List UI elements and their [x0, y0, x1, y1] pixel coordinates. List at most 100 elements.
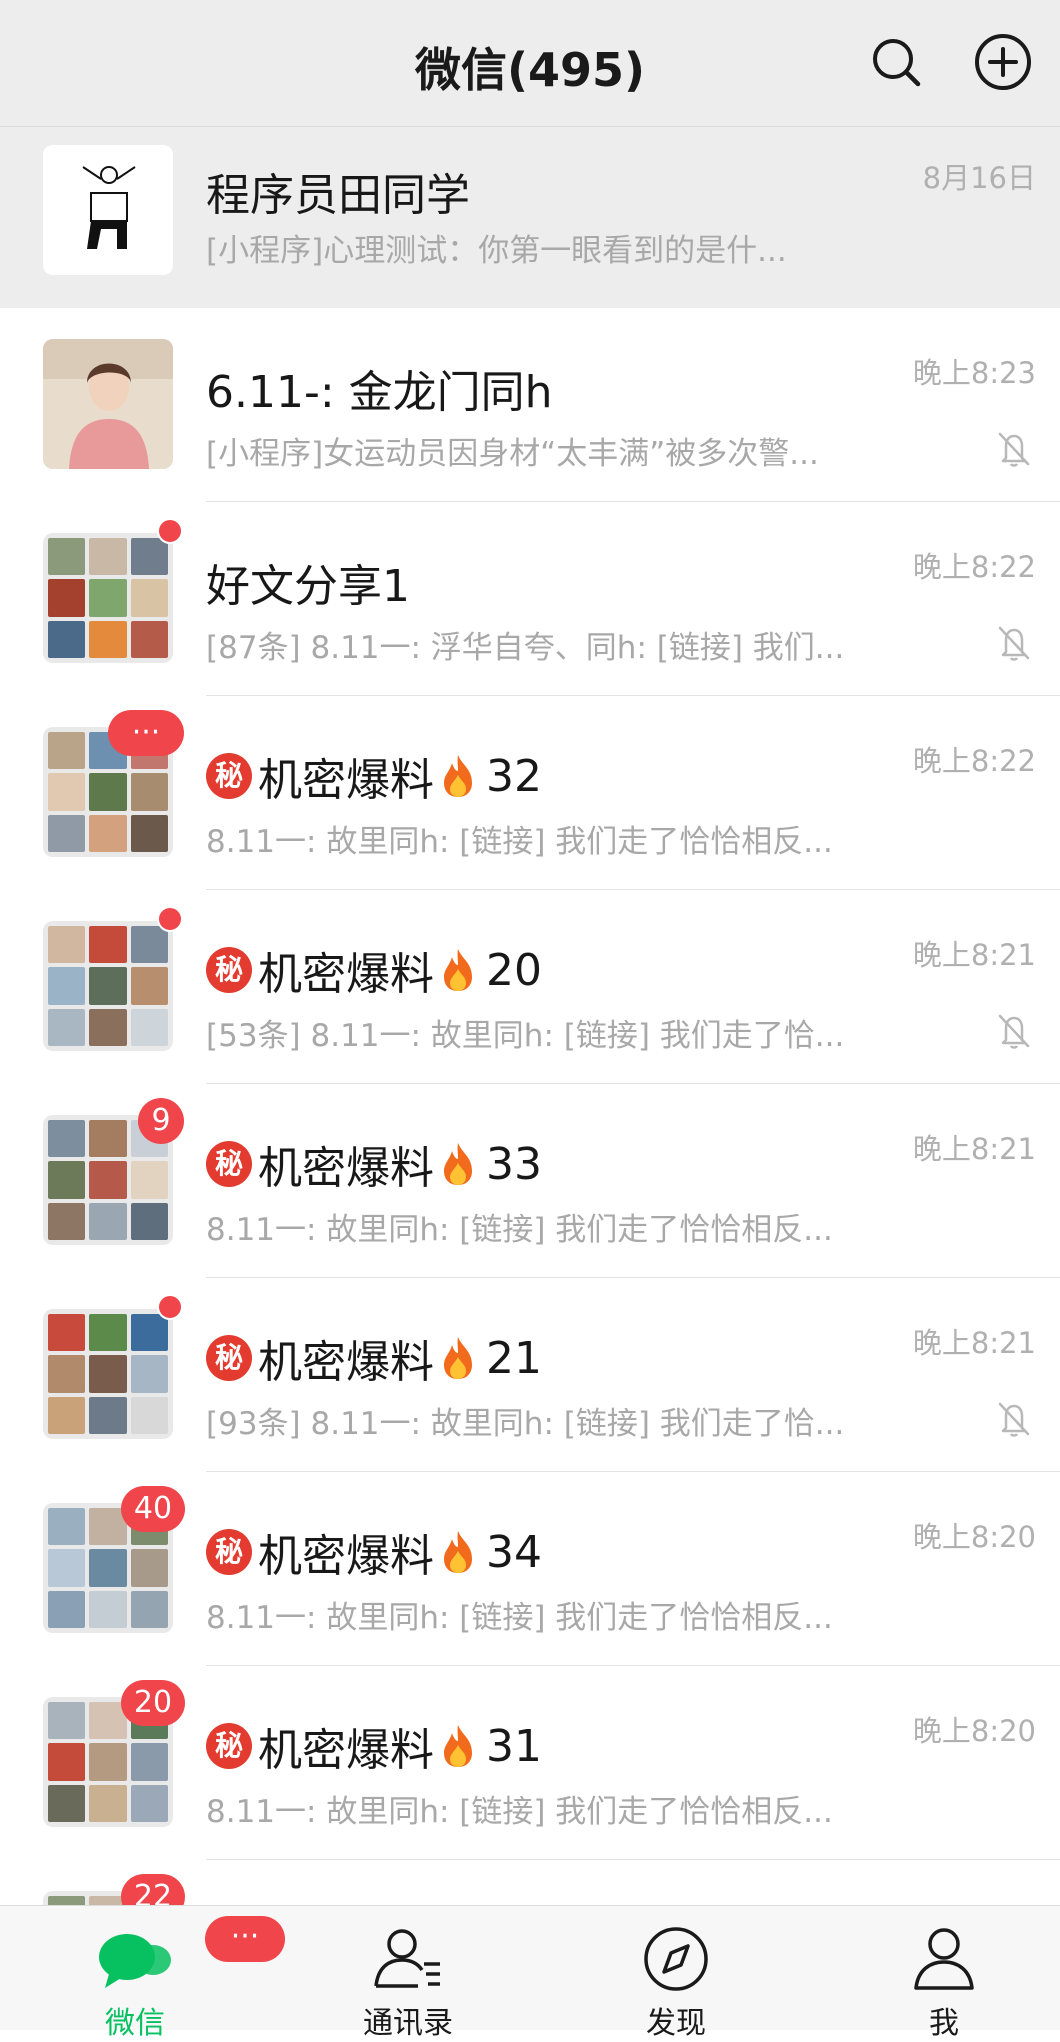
chat-title-text: 机密爆料 — [258, 1725, 434, 1776]
chat-title: 6.11-: 金龙门同h — [206, 356, 553, 420]
bottom-tab-bar: 微信 ··· 通讯录 发现 我 — [0, 1905, 1060, 2041]
chat-time: 晚上8:21 — [912, 1132, 1036, 1166]
avatar — [43, 145, 173, 275]
tab-chats-badge: ··· — [205, 1916, 285, 1962]
tab-chats[interactable]: 微信 ··· — [55, 1906, 285, 2041]
contacts-icon — [368, 1924, 448, 1994]
tab-contacts-label: 通讯录 — [363, 2006, 453, 2041]
compass-icon — [636, 1924, 716, 1994]
chat-preview: 8.11一: 故里同h: [链接] 我们走了恰恰相反... — [206, 1212, 833, 1248]
chat-title-text: 机密爆料 — [258, 1531, 434, 1582]
add-button[interactable] — [973, 32, 1033, 92]
unread-badge: 9 — [138, 1098, 184, 1144]
chat-title-number: 34 — [486, 1526, 542, 1578]
chat-item[interactable]: 秘机密爆料 20 [53条] 8.11一: 故里同h: [链接] 我们走了恰... 晚… — [0, 890, 1060, 1084]
chat-preview: [53条] 8.11一: 故里同h: [链接] 我们走了恰... — [206, 1018, 845, 1054]
chat-item[interactable]: 9 秘机密爆料 33 8.11一: 故里同h: [链接] 我们走了恰恰相反... 晚上8… — [0, 1084, 1060, 1278]
chat-title: 程序员田同学 — [206, 159, 470, 223]
tab-discover[interactable]: 发现 — [596, 1906, 756, 2041]
fire-icon — [438, 1141, 478, 1187]
secret-icon: 秘 — [206, 1335, 252, 1381]
secret-icon: 秘 — [206, 947, 252, 993]
chat-time: 晚上8:22 — [912, 744, 1036, 778]
unread-dot — [157, 1294, 183, 1320]
mute-bell-icon — [994, 428, 1034, 468]
secret-icon: 秘 — [206, 1141, 252, 1187]
chat-title: 秘机密爆料 21 — [206, 1326, 542, 1390]
unread-badge: ··· — [108, 710, 184, 756]
chat-title: 秘机密爆料 20 — [206, 938, 542, 1002]
unread-badge: 22 — [121, 1874, 185, 1905]
fire-icon — [438, 753, 478, 799]
avatar — [43, 339, 173, 469]
search-button[interactable] — [866, 32, 926, 92]
chat-item[interactable]: 40 秘机密爆料 34 8.11一: 故里同h: [链接] 我们走了恰恰相反... 晚上… — [0, 1472, 1060, 1666]
chat-preview: 8.11一: 故里同h: [链接] 我们走了恰恰相反... — [206, 824, 833, 860]
avatar — [43, 533, 173, 663]
fire-icon — [438, 1723, 478, 1769]
fire-icon — [438, 1335, 478, 1381]
chat-title-text: 好文分享1 — [206, 561, 410, 612]
chat-time: 晚上8:21 — [912, 1326, 1036, 1360]
chat-preview: [93条] 8.11一: 故里同h: [链接] 我们走了恰... — [206, 1406, 845, 1442]
chat-title-number: 31 — [486, 1720, 542, 1772]
chat-title-number: 20 — [486, 944, 542, 996]
mute-bell-icon — [994, 1398, 1034, 1438]
tab-contacts[interactable]: 通讯录 — [328, 1906, 488, 2041]
chat-title-number: 33 — [486, 1138, 542, 1190]
tab-discover-label: 发现 — [646, 2006, 706, 2041]
chat-title-text: 6.11-: 金龙门同h — [206, 367, 553, 418]
tab-me[interactable]: 我 — [864, 1906, 1024, 2041]
chat-title-text: 机密爆料 — [258, 1143, 434, 1194]
chat-title: 秘机密爆料 31 — [206, 1714, 542, 1778]
tab-chats-label: 微信 — [105, 2006, 165, 2041]
chat-time: 8月16日 — [922, 161, 1036, 195]
chat-title-number: 21 — [486, 1332, 542, 1384]
chat-time: 晚上8:20 — [912, 1520, 1036, 1554]
chat-preview: 8.11一: 故里同h: [链接] 我们走了恰恰相反... — [206, 1794, 833, 1830]
fire-icon — [438, 1529, 478, 1575]
chat-title-text: 程序员田同学 — [206, 170, 470, 221]
chat-preview: 8.11一: 故里同h: [链接] 我们走了恰恰相反... — [206, 1600, 833, 1636]
chat-item[interactable]: 好文分享1 [87条] 8.11一: 浮华自夸、同h: [链接] 我们... 晚上8… — [0, 502, 1060, 696]
chat-preview: [小程序]女运动员因身材“太丰满”被多次警... — [206, 436, 819, 472]
avatar — [43, 1309, 173, 1439]
search-icon — [873, 39, 921, 87]
tab-me-label: 我 — [929, 2006, 959, 2041]
avatar — [43, 921, 173, 1051]
chat-time: 晚上8:21 — [912, 938, 1036, 972]
chat-bubbles-icon — [95, 1924, 175, 1994]
chat-title: 秘机密爆料 32 — [206, 744, 542, 808]
chat-title-number: 32 — [486, 750, 542, 802]
secret-icon: 秘 — [206, 1723, 252, 1769]
mute-bell-icon — [994, 1010, 1034, 1050]
fire-icon — [438, 947, 478, 993]
chat-time: 晚上8:23 — [912, 356, 1036, 390]
chat-list[interactable]: 程序员田同学 [小程序]心理测试：你第一眼看到的是什... 8月16日 6.11-: … — [0, 127, 1060, 1905]
chat-item[interactable]: 20 秘机密爆料 31 8.11一: 故里同h: [链接] 我们走了恰恰相反... 晚上… — [0, 1666, 1060, 1860]
top-bar: 微信(495) — [0, 0, 1060, 127]
chat-time: 晚上8:22 — [912, 550, 1036, 584]
chat-item[interactable]: ··· 秘机密爆料 32 8.11一: 故里同h: [链接] 我们走了恰恰相反... 晚… — [0, 696, 1060, 890]
chat-title: 好文分享1 — [206, 550, 410, 614]
chat-item-pinned[interactable]: 程序员田同学 [小程序]心理测试：你第一眼看到的是什... 8月16日 — [0, 127, 1060, 308]
person-icon — [904, 1924, 984, 1994]
plus-circle-icon — [975, 34, 1031, 90]
chat-item[interactable]: 秘机密爆料 21 [93条] 8.11一: 故里同h: [链接] 我们走了恰... 晚… — [0, 1278, 1060, 1472]
unread-dot — [157, 906, 183, 932]
unread-badge: 20 — [121, 1680, 185, 1726]
chat-title-text: 机密爆料 — [258, 755, 434, 806]
mute-bell-icon — [994, 622, 1034, 662]
secret-icon: 秘 — [206, 753, 252, 799]
unread-badge: 40 — [121, 1486, 185, 1532]
chat-preview: [87条] 8.11一: 浮华自夸、同h: [链接] 我们... — [206, 630, 845, 666]
chat-title: 秘机密爆料 34 — [206, 1520, 542, 1584]
chat-item[interactable]: 6.11-: 金龙门同h [小程序]女运动员因身材“太丰满”被多次警... 晚上8:… — [0, 308, 1060, 502]
chat-title-text: 机密爆料 — [258, 1337, 434, 1388]
chat-item[interactable]: 22 — [0, 1860, 1060, 1905]
chat-title-text: 机密爆料 — [258, 949, 434, 1000]
unread-dot — [157, 518, 183, 544]
chat-title: 秘机密爆料 33 — [206, 1132, 542, 1196]
chat-time: 晚上8:20 — [912, 1714, 1036, 1748]
chat-preview: [小程序]心理测试：你第一眼看到的是什... — [206, 233, 787, 269]
